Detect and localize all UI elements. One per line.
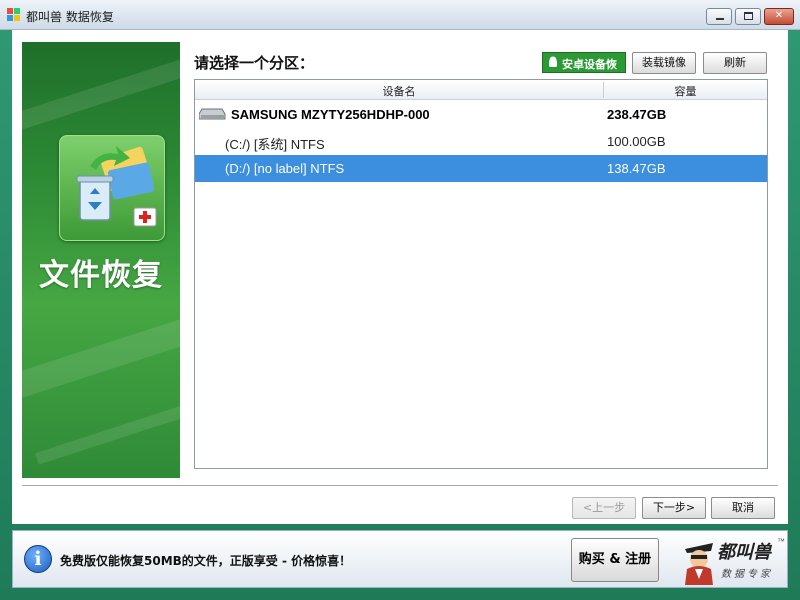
android-recovery-button[interactable]: 安卓设备恢复 [542,52,626,87]
minimize-icon [716,18,724,20]
brand-logo: 都叫兽 数据专家 ™ [681,535,785,585]
disk-capacity: 238.47GB [607,107,667,122]
refresh-button[interactable]: 刷新 [703,52,767,74]
recycle-bin-files-icon [76,146,157,227]
column-header-capacity[interactable]: 容量 [604,83,767,99]
mascot-icon [685,543,713,585]
close-icon: ✕ [774,10,784,21]
android-icon [549,56,557,67]
partition-capacity: 138.47GB [607,161,666,176]
info-icon: i [24,545,52,573]
minimize-button[interactable] [706,8,732,25]
partition-name: (C:/) [系统] NTFS [225,137,325,152]
window-title: 都叫兽 数据恢复 [26,10,114,24]
banner-decoration [35,391,180,465]
partition-name: (D:/) [no label] NTFS [225,161,345,176]
buy-register-button[interactable]: 购买 & 注册 [571,538,659,582]
maximize-button[interactable] [735,8,761,25]
column-header-device-name[interactable]: 设备名 [195,83,603,99]
divider [22,485,778,487]
hard-drive-icon [199,108,226,120]
table-header: 设备名 容量 [195,80,767,100]
disk-name: SAMSUNG MZYTY256HDHP-000 [231,107,430,122]
app-logo-icon [7,8,20,21]
logo-trademark: ™ [777,537,785,546]
free-version-notice: 免费版仅能恢复50MB的文件，正版享受 - 价格惊喜！ [60,554,352,568]
partition-capacity: 100.00GB [607,134,666,149]
close-button[interactable]: ✕ [764,8,794,25]
mount-image-button[interactable]: 装载镜像 [632,52,696,74]
logo-title: 都叫兽 [717,542,771,563]
app-window: 都叫兽 数据恢复 ✕ 文件恢复 请选择一个分区： 安卓设备恢 装载镜像 刷新 设… [0,0,800,600]
logo-subtitle: 数据专家 [721,569,773,580]
next-step-button[interactable]: 下一步> [642,497,706,519]
cancel-button[interactable]: 取消 [711,497,775,519]
main-panel: 文件恢复 请选择一个分区： 安卓设备恢复 装载镜像 刷新 设备名 容量 [12,30,788,524]
banner-decoration [22,48,180,134]
partition-table: 设备名 容量 SAMSUNG MZYTY256HDHP-000 238.47GB… [194,79,768,469]
footer-bar: i 免费版仅能恢复50MB的文件，正版享受 - 价格惊喜！ 购买 & 注册 都叫… [12,530,788,588]
partition-row[interactable]: (C:/) [系统] NTFS 100.00GB [195,128,767,155]
file-recovery-tile [59,135,165,241]
title-bar: 都叫兽 数据恢复 ✕ [0,0,800,30]
partition-row-selected[interactable]: (D:/) [no label] NTFS 138.47GB [195,155,767,182]
maximize-icon [744,12,753,20]
banner-decoration [22,305,180,405]
disk-row[interactable]: SAMSUNG MZYTY256HDHP-000 238.47GB [195,101,767,128]
prev-step-button[interactable]: <上一步 [572,497,636,519]
feature-banner: 文件恢复 [22,42,180,478]
banner-title: 文件恢复 [39,258,163,293]
page-heading: 请选择一个分区： [194,54,315,72]
